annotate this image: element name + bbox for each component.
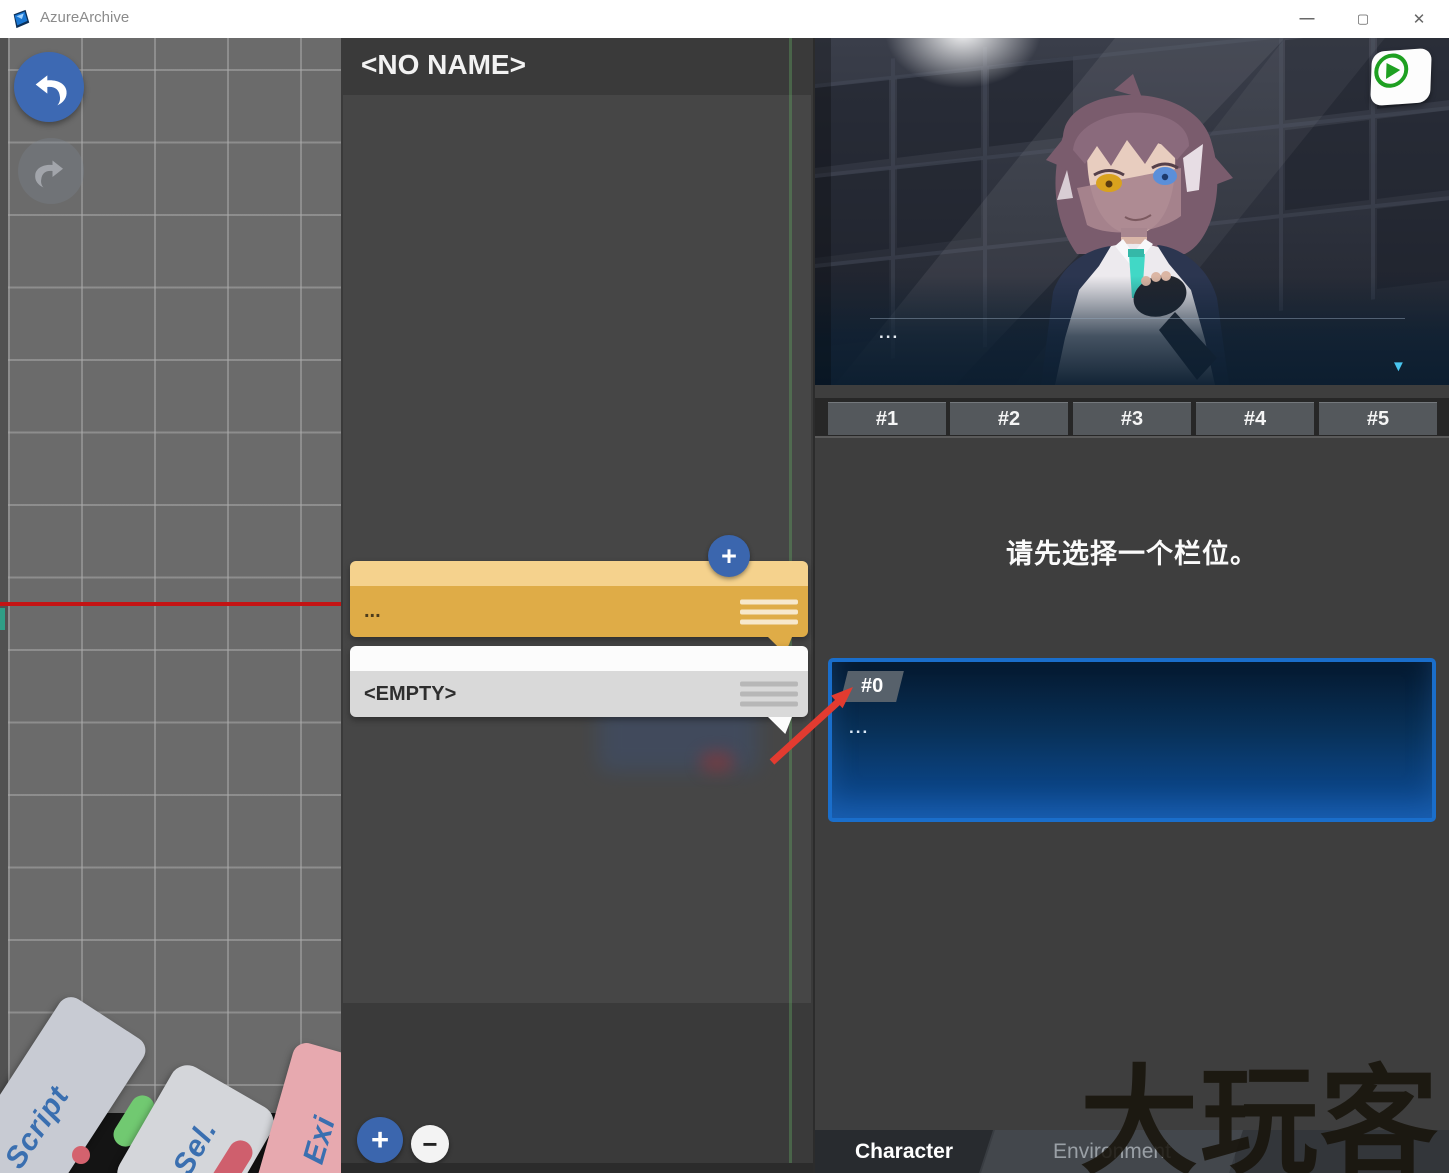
canvas-teal-marker: [0, 608, 5, 630]
slot-tab-row: #1 #2 #3 #4 #5: [815, 398, 1449, 438]
app-title: AzureArchive: [40, 9, 129, 26]
dialogue-text: ...: [879, 323, 899, 343]
scene-preview: ... ▼: [815, 38, 1449, 385]
slot-tab-4[interactable]: #4: [1196, 402, 1314, 435]
tab-character[interactable]: Character: [815, 1130, 993, 1173]
play-icon: [1371, 49, 1412, 92]
insert-card-button[interactable]: +: [708, 535, 750, 577]
card-text: <EMPTY>: [364, 683, 456, 706]
script-timeline-panel: <NO NAME> ... + <EMPTY> + −: [341, 38, 815, 1173]
app-logo-icon: [10, 8, 32, 30]
app-window: AzureArchive — ▢ ✕ Script Sel.: [0, 0, 1449, 1173]
titlebar: AzureArchive — ▢ ✕: [0, 0, 1449, 38]
timeline-footer-strip: [341, 1163, 813, 1173]
script-title: <NO NAME>: [361, 49, 526, 81]
inspector-panel: ... ▼ #1 #2 #3 #4 #5 请先选择一个栏位。 #0 ...: [815, 38, 1449, 1173]
undo-button[interactable]: [14, 52, 84, 122]
slot-0-tag-label: #0: [861, 675, 883, 698]
play-button[interactable]: [1370, 48, 1432, 106]
slot-0-panel[interactable]: #0 ...: [828, 658, 1436, 822]
slot-tab-2[interactable]: #2: [950, 402, 1068, 435]
advance-indicator-icon[interactable]: ▼: [1391, 358, 1406, 375]
speaker-name-divider: [870, 318, 1405, 319]
redo-icon: [33, 153, 69, 189]
menu-sticker-script-label: Script: [0, 1081, 77, 1173]
card-body: ...: [350, 586, 808, 637]
editor-canvas[interactable]: Script Sel. Exi: [0, 38, 341, 1173]
slot-tab-3[interactable]: #3: [1073, 402, 1191, 435]
menu-sticker-select-label: Sel.: [166, 1115, 224, 1173]
menu-sticker-exit-label: Exi: [297, 1112, 341, 1168]
drag-handle-icon[interactable]: [740, 677, 798, 712]
background-blur-blob: [700, 752, 734, 772]
undo-icon: [29, 67, 69, 107]
remove-card-button[interactable]: −: [411, 1125, 449, 1163]
card-text: ...: [364, 600, 381, 623]
sticker-accent-dot: [72, 1146, 90, 1164]
maximize-button[interactable]: ▢: [1340, 0, 1386, 37]
minimize-button[interactable]: —: [1284, 0, 1330, 37]
slot-0-tag: #0: [840, 671, 904, 702]
timeline-card-empty[interactable]: <EMPTY>: [350, 646, 808, 717]
drag-handle-icon[interactable]: [740, 594, 798, 629]
footer-tab-spacer: [1235, 1130, 1449, 1173]
redo-button[interactable]: [18, 138, 84, 204]
footer-tab-row: Environment Character: [815, 1130, 1449, 1173]
canvas-horizontal-guide: [0, 602, 341, 606]
card-header-strip: [350, 646, 808, 671]
slot-tab-5[interactable]: #5: [1319, 402, 1437, 435]
card-body: <EMPTY>: [350, 671, 808, 717]
close-button[interactable]: ✕: [1396, 0, 1442, 37]
tab-environment[interactable]: Environment: [981, 1130, 1243, 1173]
scene-illustration: [815, 38, 1449, 385]
slot-0-text: ...: [849, 718, 869, 738]
slot-tab-1[interactable]: #1: [828, 402, 946, 435]
add-card-button[interactable]: +: [357, 1117, 403, 1163]
select-slot-hint: 请先选择一个栏位。: [815, 532, 1449, 571]
